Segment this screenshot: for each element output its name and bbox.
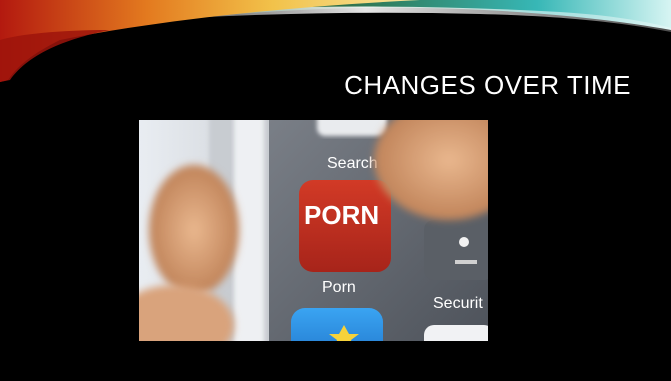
porn-label: Porn (322, 279, 356, 296)
porn-icon-text: PORN (304, 200, 379, 230)
slide: CHANGES OVER TIME Search PORN Porn Secur… (0, 0, 671, 381)
phone-photo-illustration: Search PORN Porn Securit (139, 120, 488, 341)
security-label: Securit (433, 295, 483, 312)
phone-photo: Search PORN Porn Securit (139, 120, 488, 341)
search-label: Search (327, 155, 378, 172)
left-finger (149, 165, 239, 295)
slide-title: CHANGES OVER TIME (344, 70, 631, 100)
